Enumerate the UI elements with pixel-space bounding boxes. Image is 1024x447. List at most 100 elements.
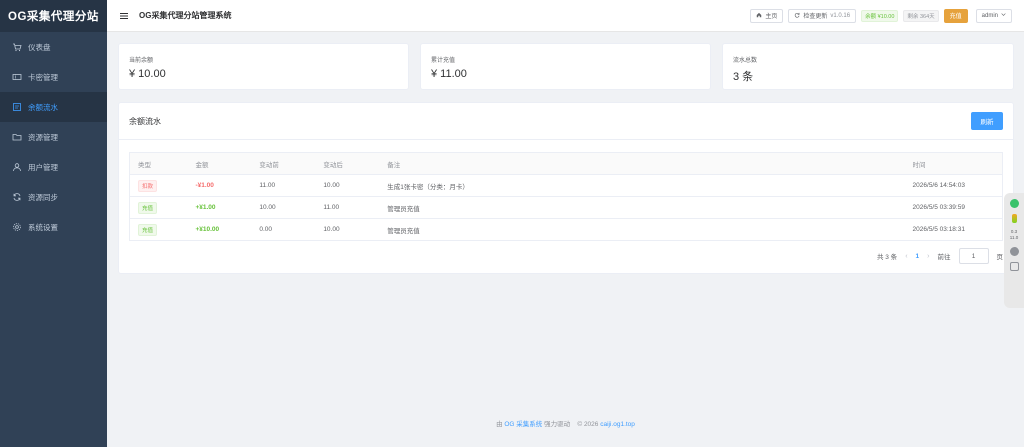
- user-icon: [12, 162, 22, 172]
- sidebar-item-label: 资源管理: [28, 132, 58, 142]
- stat-label: 当前余额: [129, 58, 154, 64]
- sidebar-item-settings[interactable]: 系统设置: [0, 212, 107, 242]
- after-cell: 11.00: [315, 196, 380, 219]
- gear-icon: [12, 222, 22, 232]
- type-badge: 充值: [138, 223, 158, 236]
- prev-page-icon[interactable]: ‹: [905, 253, 907, 260]
- balance-log-table: 类型 金额 变动前 变动后 备注 时间 扣款 -¥1.00 11.00 10.0…: [129, 152, 1003, 241]
- sidebar-item-label: 余额流水: [28, 102, 58, 112]
- table-row: 充值 +¥10.00 0.00 10.00 管理员充值 2026/5/5 03:…: [129, 218, 1003, 241]
- page-suffix: 页: [996, 254, 1004, 261]
- cart-icon: [12, 42, 22, 52]
- chevron-down-icon: [1001, 12, 1006, 19]
- note-cell: 生成1张卡密（分类：月卡）: [379, 174, 905, 197]
- time-cell: 2026/5/5 03:18:31: [904, 218, 1003, 241]
- card-title: 余额流水: [129, 116, 161, 126]
- home-icon: [756, 12, 762, 20]
- pagination: 共 3 条 ‹ 1 › 前往 页: [877, 248, 1003, 264]
- floating-toolbar: 0.3 11.0: [1004, 193, 1024, 308]
- stat-value: ¥ 11.00: [431, 68, 467, 80]
- sidebar-item-sync[interactable]: 资源同步: [0, 182, 107, 212]
- amount-cell: +¥10.00: [187, 218, 252, 241]
- table-header-row: 类型 金额 变动前 变动后 备注 时间: [129, 152, 1003, 175]
- total-count: 共 3 条: [876, 254, 898, 261]
- header-actions: 主页 检查更新 v1.0.16 余额 ¥10.00 剩余 364天 充值 adm…: [750, 8, 1012, 23]
- footer-middle: 强力驱动: [544, 421, 571, 428]
- remaining-days-tag: 剩余 364天: [903, 9, 939, 22]
- balance-tag: 余额 ¥10.00: [861, 9, 899, 22]
- user-dropdown[interactable]: admin: [975, 8, 1012, 23]
- sync-icon: [12, 192, 22, 202]
- sidebar-item-cards[interactable]: 卡密管理: [0, 62, 107, 92]
- column-header: 变动前: [251, 152, 316, 175]
- network-speed: 0.3 11.0: [1010, 229, 1018, 241]
- footer-site-link[interactable]: caiji.og1.top: [600, 421, 635, 428]
- column-header: 时间: [904, 152, 1003, 175]
- stat-label: 流水总数: [733, 58, 758, 64]
- sidebar-item-label: 卡密管理: [28, 72, 58, 82]
- sidebar-item-resources[interactable]: 资源管理: [0, 122, 107, 152]
- footer-copyright: © 2026: [577, 421, 599, 428]
- page-jump-input[interactable]: [958, 248, 989, 264]
- column-header: 备注: [379, 152, 905, 175]
- refresh-icon: [794, 12, 800, 20]
- sidebar-menu: 仪表盘 卡密管理 余额流水 资源管理 用户管理 资源同步 系统设置: [0, 32, 107, 242]
- home-label: 主页: [765, 14, 778, 20]
- download-speed: 11.0: [1009, 235, 1019, 240]
- column-header: 类型: [129, 152, 188, 175]
- sidebar-item-balance-log[interactable]: 余额流水: [0, 92, 107, 122]
- page-number-current[interactable]: 1: [916, 253, 920, 260]
- receipt-icon: [12, 102, 22, 112]
- table-row: 扣款 -¥1.00 11.00 10.00 生成1张卡密（分类：月卡） 2026…: [129, 174, 1003, 197]
- page-title: OG采集代理分站管理系统: [139, 11, 232, 20]
- check-update-button[interactable]: 检查更新 v1.0.16: [788, 8, 857, 23]
- refresh-button[interactable]: 刷新: [971, 112, 1003, 130]
- note-cell: 管理员充值: [379, 196, 905, 219]
- sidebar-item-label: 系统设置: [28, 222, 58, 232]
- before-cell: 11.00: [251, 174, 316, 197]
- stat-label: 累计充值: [431, 58, 456, 64]
- column-header: 金额: [187, 152, 252, 175]
- sidebar-item-users[interactable]: 用户管理: [0, 152, 107, 182]
- time-cell: 2026/5/6 14:54:03: [904, 174, 1003, 197]
- type-badge: 充值: [138, 201, 158, 214]
- next-page-icon[interactable]: ›: [927, 253, 929, 260]
- sidebar-item-label: 资源同步: [28, 192, 58, 202]
- stat-value: 3 条: [733, 71, 754, 83]
- stat-card-record-count: 流水总数 3 条: [722, 43, 1014, 90]
- stat-card-balance: 当前余额 ¥ 10.00: [118, 43, 409, 90]
- balance-log-card: 余额流水 刷新 类型 金额 变动前 变动后 备注 时间 扣款 -¥1.00 11…: [118, 102, 1014, 274]
- footer-prefix: 由: [496, 421, 503, 428]
- sidebar-item-dashboard[interactable]: 仪表盘: [0, 32, 107, 62]
- app-logo[interactable]: OG采集代理分站: [0, 0, 107, 32]
- username: admin: [981, 12, 998, 19]
- shield-icon[interactable]: [1009, 199, 1019, 208]
- hamburger-menu-icon[interactable]: [119, 11, 129, 21]
- ticket-icon: [12, 72, 22, 82]
- card-header: 余额流水 刷新: [119, 103, 1013, 140]
- amount-cell: +¥1.00: [187, 196, 252, 219]
- version-text: v1.0.16: [830, 12, 851, 19]
- before-cell: 0.00: [251, 218, 316, 241]
- screenshot-icon[interactable]: [1009, 262, 1019, 271]
- footer-brand-link[interactable]: OG 采集系统: [504, 421, 542, 428]
- sidebar: OG采集代理分站 仪表盘 卡密管理 余额流水 资源管理 用户管理 资源同步 系统…: [0, 0, 107, 447]
- amount-cell: -¥1.00: [187, 174, 252, 197]
- after-cell: 10.00: [315, 218, 380, 241]
- type-badge: 扣款: [138, 179, 158, 192]
- after-cell: 10.00: [315, 174, 380, 197]
- battery-icon[interactable]: [1011, 214, 1017, 223]
- recharge-button[interactable]: 充值: [943, 8, 968, 23]
- sidebar-item-label: 用户管理: [28, 162, 58, 172]
- stat-card-total-recharge: 累计充值 ¥ 11.00: [420, 43, 711, 90]
- column-header: 变动后: [315, 152, 380, 175]
- footer: 由 OG 采集系统 强力驱动 © 2026 caiji.og1.top: [107, 418, 1024, 428]
- before-cell: 10.00: [251, 196, 316, 219]
- check-update-label: 检查更新: [803, 14, 828, 20]
- moon-icon[interactable]: [1009, 247, 1019, 256]
- home-button[interactable]: 主页: [750, 8, 784, 23]
- sidebar-item-label: 仪表盘: [28, 42, 51, 52]
- stat-value: ¥ 10.00: [129, 68, 166, 80]
- note-cell: 管理员充值: [379, 218, 905, 241]
- folder-icon: [12, 132, 22, 142]
